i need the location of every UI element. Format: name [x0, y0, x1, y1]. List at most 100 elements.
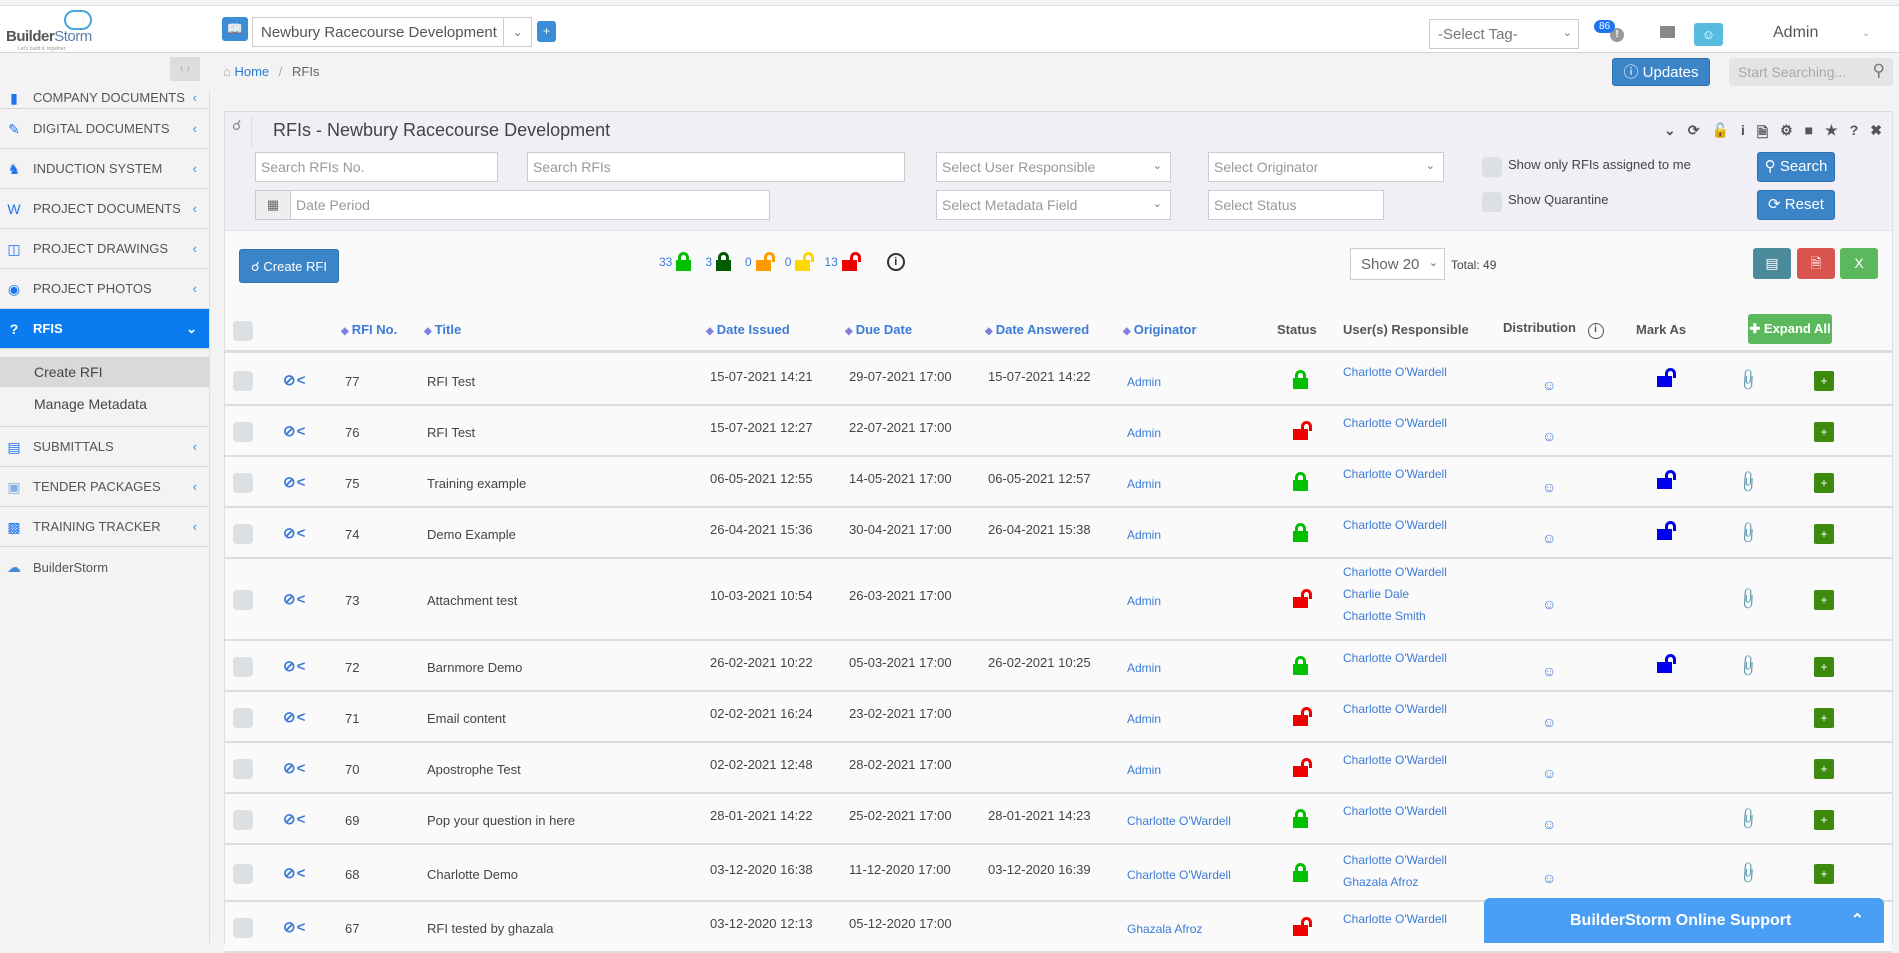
bug-icon[interactable]: ★ — [1825, 122, 1838, 146]
col-due-date[interactable]: ◆ Due Date — [845, 322, 912, 337]
expand-all-button[interactable]: ✚ Expand All — [1748, 314, 1832, 344]
responsible-user-link[interactable]: Charlotte O'Wardell — [1343, 651, 1447, 665]
share-icon[interactable]: < — [297, 591, 307, 608]
attachment-icon[interactable]: 📎 — [1735, 469, 1761, 495]
quarantine-icon[interactable]: ⊘ — [283, 372, 297, 389]
table-row[interactable]: ⊘< 73 Attachment test 10-03-2021 10:54 26-03… — [225, 559, 1892, 641]
collapse-icon[interactable]: ⌄ — [1664, 122, 1676, 146]
create-rfi-button[interactable]: ☌ Create RFI — [239, 249, 339, 283]
sidebar-item-digital-documents[interactable]: ✎ DIGITAL DOCUMENTS ‹ — [0, 109, 209, 149]
share-icon[interactable]: < — [297, 760, 307, 777]
rfi-title[interactable]: Attachment test — [427, 593, 517, 608]
search-button[interactable]: ⚲ Search — [1757, 152, 1835, 182]
distribution-add-icon[interactable]: ☺ — [1542, 714, 1556, 730]
row-checkbox[interactable] — [233, 422, 253, 442]
sidebar-item-builderstorm[interactable]: ☁ BuilderStorm — [0, 547, 209, 587]
unlock-icon[interactable] — [755, 252, 775, 271]
search-icon[interactable]: ⚲ — [1873, 61, 1885, 81]
distribution-add-icon[interactable]: ☺ — [1542, 765, 1556, 781]
expand-row-button[interactable]: + — [1814, 810, 1834, 830]
chart-export-button[interactable]: ▤ — [1753, 248, 1791, 279]
distribution-add-icon[interactable]: ☺ — [1542, 530, 1556, 546]
quarantine-icon[interactable]: ⊘ — [283, 658, 297, 675]
table-row[interactable]: ⊘< 72 Barnmore Demo 26-02-2021 10:22 05-03-2… — [225, 641, 1892, 692]
online-support-widget[interactable]: BuilderStorm Online Support ⌃ — [1484, 898, 1884, 943]
expand-row-button[interactable]: + — [1814, 371, 1834, 391]
expand-row-button[interactable]: + — [1814, 657, 1834, 677]
sidebar-item-tender-packages[interactable]: ▣ TENDER PACKAGES ‹ — [0, 467, 209, 507]
quarantine-icon[interactable]: ⊘ — [283, 811, 297, 828]
originator-link[interactable]: Charlotte O'Wardell — [1127, 814, 1231, 828]
pdf-export-button[interactable]: 🗎 — [1797, 248, 1835, 279]
quarantine-icon[interactable]: ⊘ — [283, 591, 297, 608]
chevron-down-icon[interactable]: ⌄ — [1862, 28, 1870, 39]
sidebar-item-training-tracker[interactable]: ▩ TRAINING TRACKER ‹ — [0, 507, 209, 547]
responsible-user-link[interactable]: Charlotte O'Wardell — [1343, 853, 1447, 867]
attachment-icon[interactable]: 📎 — [1735, 653, 1761, 679]
table-row[interactable]: ⊘< 75 Training example 06-05-2021 12:55 14-0… — [225, 457, 1892, 508]
share-icon[interactable]: < — [297, 919, 307, 936]
pdf-icon[interactable]: 🗎 — [1757, 122, 1768, 146]
row-checkbox[interactable] — [233, 371, 253, 391]
refresh-icon[interactable]: ⟳ — [1688, 122, 1700, 146]
originator-link[interactable]: Admin — [1127, 477, 1161, 491]
distribution-add-icon[interactable]: ☺ — [1542, 870, 1556, 886]
quarantine-icon[interactable]: ⊘ — [283, 423, 297, 440]
mark-open-icon[interactable] — [1657, 368, 1676, 387]
builderstorm-logo[interactable]: BuilderStorm Let's build it, together. — [6, 10, 96, 52]
mark-open-icon[interactable] — [1657, 470, 1676, 489]
rfi-title[interactable]: Barnmore Demo — [427, 660, 522, 675]
rfi-title[interactable]: Demo Example — [427, 527, 516, 542]
date-period-input[interactable]: Date Period — [290, 190, 770, 220]
tag-select[interactable]: -Select Tag- ⌄ — [1429, 19, 1579, 49]
table-row[interactable]: ⊘< 71 Email content 02-02-2021 16:24 23-02-2… — [225, 692, 1892, 743]
distribution-add-icon[interactable]: ☺ — [1542, 663, 1556, 679]
col-originator[interactable]: ◆ Originator — [1123, 322, 1197, 337]
table-row[interactable]: ⊘< 74 Demo Example 26-04-2021 15:36 30-04-20… — [225, 508, 1892, 559]
page-size-select[interactable]: Show 20 ⌄ — [1350, 248, 1445, 280]
share-icon[interactable]: < — [297, 658, 307, 675]
col-rfi-no[interactable]: ◆ RFI No. — [341, 322, 397, 337]
notifications-button[interactable]: ! 86 — [1594, 20, 1630, 46]
responsible-user-link[interactable]: Charlotte O'Wardell — [1343, 702, 1447, 716]
project-book-button[interactable]: 📖 — [222, 17, 248, 41]
rfi-title[interactable]: RFI tested by ghazala — [427, 921, 553, 936]
responsible-user-link[interactable]: Charlotte O'Wardell — [1343, 912, 1447, 926]
col-date-answered[interactable]: ◆ Date Answered — [985, 322, 1089, 337]
info-icon[interactable]: i — [886, 252, 905, 271]
responsible-user-link[interactable]: Charlotte O'Wardell — [1343, 565, 1447, 579]
expand-row-button[interactable]: + — [1814, 708, 1834, 728]
distribution-add-icon[interactable]: ☺ — [1542, 428, 1556, 444]
sidebar-item-induction-system[interactable]: ♞ INDUCTION SYSTEM ‹ — [0, 149, 209, 189]
rfi-title[interactable]: Email content — [427, 711, 506, 726]
share-icon[interactable]: < — [297, 709, 307, 726]
sidebar-item-rfis[interactable]: ? RFIS ⌄ — [0, 309, 209, 349]
row-checkbox[interactable] — [233, 810, 253, 830]
attachment-icon[interactable]: 📎 — [1735, 367, 1761, 393]
expand-row-button[interactable]: + — [1814, 864, 1834, 884]
rfi-title[interactable]: Pop your question in here — [427, 813, 575, 828]
share-icon[interactable]: < — [297, 811, 307, 828]
sidebar-item-project-documents[interactable]: W PROJECT DOCUMENTS ‹ — [0, 189, 209, 229]
mark-open-icon[interactable] — [1657, 521, 1676, 540]
quarantine-icon[interactable]: ⊘ — [283, 709, 297, 726]
row-checkbox[interactable] — [233, 918, 253, 938]
table-row[interactable]: ⊘< 69 Pop your question in here 28-01-2021 … — [225, 794, 1892, 845]
unlock-icon[interactable] — [795, 252, 815, 271]
search-rfis-input[interactable]: Search RFIs — [527, 152, 905, 182]
chat-icon[interactable] — [1660, 26, 1675, 38]
attachment-icon[interactable]: 📎 — [1735, 806, 1761, 832]
table-row[interactable]: ⊘< 70 Apostrophe Test 02-02-2021 12:48 28-02… — [225, 743, 1892, 794]
share-icon[interactable]: < — [297, 865, 307, 882]
originator-link[interactable]: Charlotte O'Wardell — [1127, 868, 1231, 882]
responsible-user-link[interactable]: Charlotte Smith — [1343, 609, 1426, 623]
expand-row-button[interactable]: + — [1814, 590, 1834, 610]
help-icon[interactable]: ? — [1850, 122, 1859, 146]
responsible-user-link[interactable]: Charlotte O'Wardell — [1343, 518, 1447, 532]
add-project-button[interactable]: + — [537, 21, 556, 42]
rfi-title[interactable]: Apostrophe Test — [427, 762, 521, 777]
unlock-icon[interactable] — [841, 252, 861, 271]
distribution-add-icon[interactable]: ☺ — [1542, 596, 1556, 612]
originator-link[interactable]: Admin — [1127, 594, 1161, 608]
originator-link[interactable]: Admin — [1127, 426, 1161, 440]
